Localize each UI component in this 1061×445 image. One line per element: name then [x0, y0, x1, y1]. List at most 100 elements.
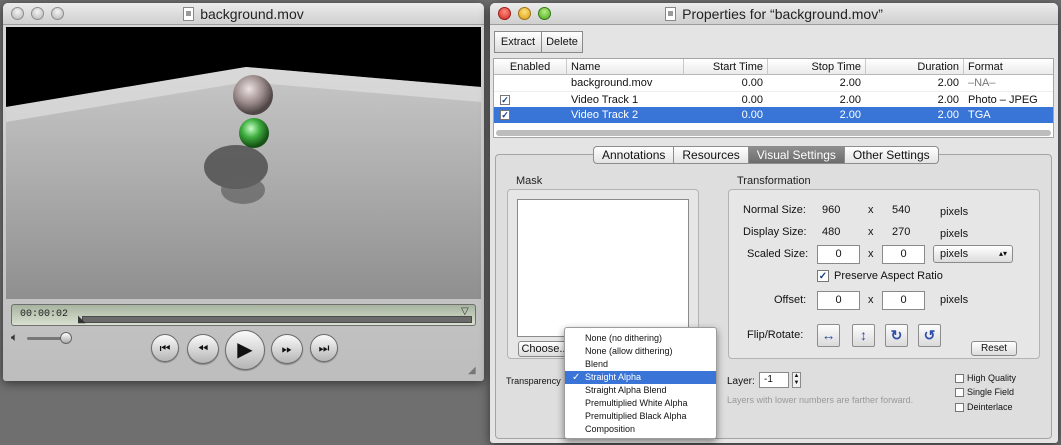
column-header-format[interactable]: Format [964, 59, 1053, 75]
track-format: TGA [968, 109, 991, 121]
timecode-display: 00:00:02 [20, 309, 69, 320]
track-name: Video Track 1 [571, 94, 639, 106]
normal-height-value: 540 [892, 204, 911, 216]
table-row-selected[interactable]: ✓ Video Track 2 0.00 2.00 2.00 TGA [494, 107, 1053, 123]
mask-preview-well[interactable] [517, 199, 689, 337]
track-stop: 2.00 [839, 77, 861, 89]
track-duration: 2.00 [937, 77, 959, 89]
normal-width-value: 960 [822, 204, 841, 216]
single-field-checkbox[interactable] [955, 388, 964, 397]
display-size-label: Display Size: [743, 226, 807, 238]
layer-hint: Layers with lower numbers are farther fo… [727, 395, 914, 405]
column-header-stop-time[interactable]: Stop Time [768, 59, 866, 75]
rotate-ccw-icon: ↺ [923, 327, 936, 343]
preserve-aspect-checkbox[interactable]: ✓ [817, 270, 829, 282]
tab-visual-settings[interactable]: Visual Settings [748, 146, 845, 164]
tab-bar: Annotations Resources Visual Settings Ot… [593, 146, 939, 164]
menu-item-none-allow-dithering[interactable]: None (allow dithering) [565, 345, 716, 358]
menu-item-premultiplied-white-alpha[interactable]: Premultiplied White Alpha [565, 397, 716, 410]
layer-stepper[interactable]: ▲ ▼ [792, 372, 801, 388]
vertical-arrows-icon: ↕ [860, 327, 867, 343]
tab-annotations[interactable]: Annotations [593, 146, 675, 164]
track-duration: 2.00 [937, 94, 959, 106]
flip-horizontal-button[interactable]: ↔ [817, 324, 840, 347]
transparency-label: Transparency [506, 376, 561, 386]
updown-arrows-icon: ▴▾ [998, 249, 1007, 258]
menu-item-none-no-dithering[interactable]: None (no dithering) [565, 332, 716, 345]
movie-file-icon [183, 7, 195, 21]
menu-item-straight-alpha[interactable]: ✓ Straight Alpha [565, 371, 716, 384]
video-canvas[interactable] [6, 27, 481, 299]
properties-titlebar: Properties for “background.mov” [490, 3, 1058, 25]
scaled-height-field[interactable]: 0 [882, 245, 925, 264]
deinterlace-checkbox[interactable] [955, 403, 964, 412]
offset-y-field[interactable]: 0 [882, 291, 925, 310]
offset-x-field[interactable]: 0 [817, 291, 860, 310]
menu-item-blend[interactable]: Blend [565, 358, 716, 371]
delete-button[interactable]: Delete [541, 31, 583, 53]
player-title: background.mov [3, 6, 484, 22]
times-separator: x [868, 248, 874, 260]
horizontal-scrollbar[interactable] [496, 130, 1051, 136]
movie-file-icon [665, 7, 677, 21]
checkmark-icon: ✓ [572, 372, 581, 383]
playhead-icon[interactable]: ▽ [461, 306, 469, 317]
speaker-icon[interactable]: 🔈︎ [11, 330, 18, 345]
menu-item-premultiplied-black-alpha[interactable]: Premultiplied Black Alpha [565, 410, 716, 423]
mask-label: Mask [516, 175, 543, 187]
menu-item-straight-alpha-blend[interactable]: Straight Alpha Blend [565, 384, 716, 397]
track-stop: 2.00 [839, 94, 861, 106]
menu-item-composition[interactable]: Composition [565, 423, 716, 436]
skip-to-start-button[interactable]: ⏮︎ [151, 334, 179, 362]
track-table: Enabled Name Start Time Stop Time Durati… [493, 58, 1054, 138]
flip-rotate-label: Flip/Rotate: [747, 329, 804, 341]
timeline-scrubber[interactable]: 00:00:02 ◣ ▽ [11, 304, 476, 326]
reset-button[interactable]: Reset [971, 341, 1017, 356]
times-separator: x [868, 204, 874, 216]
fast-forward-icon: ⏩︎ [281, 341, 293, 356]
column-header-start-time[interactable]: Start Time [684, 59, 768, 75]
track-enabled-checkbox[interactable]: ✓ [500, 95, 510, 105]
fast-forward-button[interactable]: ⏩︎ [271, 334, 303, 364]
unit-select[interactable]: pixels ▴▾ [933, 245, 1013, 263]
rotate-clockwise-button[interactable]: ↻ [885, 324, 908, 347]
tab-other-settings[interactable]: Other Settings [844, 146, 939, 164]
in-point-icon[interactable]: ◣ [78, 314, 86, 325]
display-height-value: 270 [892, 226, 911, 238]
track-name: Video Track 2 [571, 109, 639, 121]
pixels-unit-label: pixels [940, 206, 969, 218]
rewind-button[interactable]: ⏪︎ [187, 334, 219, 364]
unit-select-value: pixels [940, 248, 969, 260]
tab-resources[interactable]: Resources [674, 146, 749, 164]
single-field-label: Single Field [967, 387, 1015, 397]
layer-field[interactable]: -1 [759, 372, 789, 388]
column-header-duration[interactable]: Duration [866, 59, 964, 75]
pixels-unit-label: pixels [940, 228, 969, 240]
scaled-size-label: Scaled Size: [747, 248, 809, 260]
video-frame [6, 67, 481, 299]
extract-button[interactable]: Extract [494, 31, 542, 53]
layer-label: Layer: [727, 376, 755, 387]
table-row[interactable]: ✓ Video Track 1 0.00 2.00 2.00 Photo – J… [494, 91, 1053, 107]
horizontal-arrows-icon: ↔ [821, 327, 836, 343]
deinterlace-label: Deinterlace [967, 402, 1013, 412]
scaled-width-field[interactable]: 0 [817, 245, 860, 264]
volume-knob[interactable] [60, 332, 72, 344]
track-enabled-checkbox[interactable]: ✓ [500, 110, 510, 120]
column-header-name[interactable]: Name [567, 59, 684, 75]
track-format: Photo – JPEG [968, 94, 1038, 106]
play-button[interactable]: ▶ [225, 330, 265, 370]
track-start: 0.00 [741, 109, 763, 121]
track-stop: 2.00 [839, 109, 861, 121]
rotate-counterclockwise-button[interactable]: ↺ [918, 324, 941, 347]
player-titlebar: background.mov [3, 3, 484, 25]
resize-grip-icon[interactable]: ◢ [468, 365, 476, 376]
table-row[interactable]: background.mov 0.00 2.00 2.00 –NA– [494, 75, 1053, 91]
column-header-enabled[interactable]: Enabled [494, 59, 567, 75]
pixels-unit-label: pixels [940, 294, 969, 306]
skip-to-end-button[interactable]: ⏭︎ [310, 334, 338, 362]
track-name: background.mov [571, 77, 653, 89]
high-quality-checkbox[interactable] [955, 374, 964, 383]
timeline-track[interactable] [82, 316, 472, 323]
flip-vertical-button[interactable]: ↕ [852, 324, 875, 347]
